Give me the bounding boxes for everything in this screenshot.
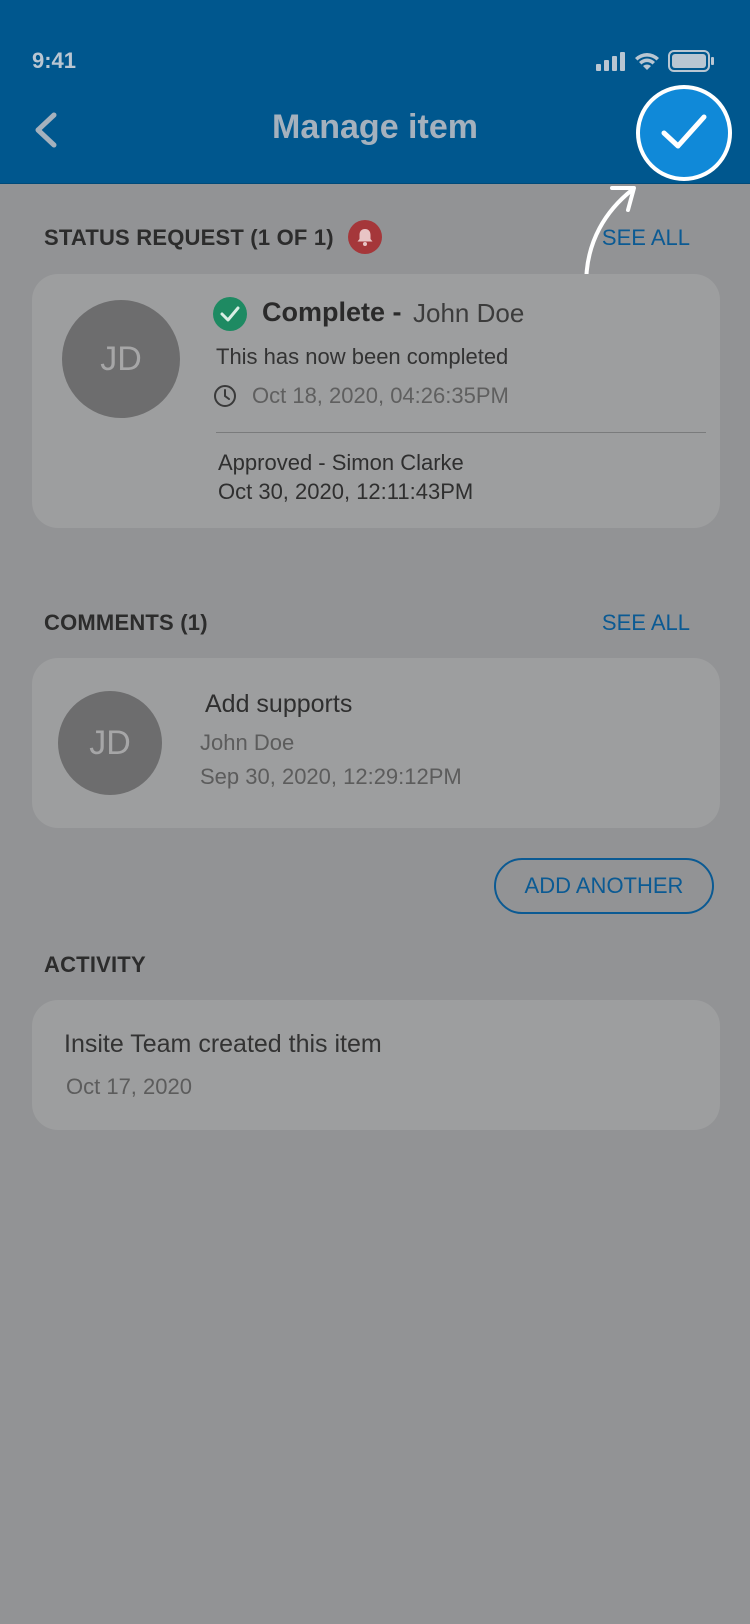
activity-date: Oct 17, 2020 bbox=[66, 1074, 192, 1099]
wifi-icon bbox=[634, 51, 660, 76]
signal-icon bbox=[596, 51, 626, 76]
activity-text: Insite Team created this item bbox=[64, 1030, 382, 1058]
approval-timestamp: Oct 30, 2020, 12:11:43PM bbox=[218, 479, 474, 504]
comment-text: Add supports bbox=[205, 690, 353, 718]
comments-title: COMMENTS (1) bbox=[44, 610, 208, 635]
comments-see-all-link[interactable]: SEE ALL bbox=[602, 610, 690, 636]
comment-card[interactable]: JD bbox=[32, 658, 720, 828]
comment-author: John Doe bbox=[200, 730, 295, 755]
status-bar-icons bbox=[596, 50, 714, 77]
divider bbox=[216, 432, 706, 433]
approval-text: Approved - Simon Clarke bbox=[218, 450, 464, 475]
status-bar-time: 9:41 bbox=[32, 48, 77, 73]
app-header: 9:41 Manage item bbox=[0, 0, 750, 184]
battery-icon bbox=[668, 50, 714, 77]
comment-timestamp: Sep 30, 2020, 12:29:12PM bbox=[200, 764, 462, 789]
add-another-button[interactable]: ADD ANOTHER bbox=[494, 858, 714, 914]
status-user: John Doe bbox=[413, 298, 525, 328]
avatar: JD bbox=[62, 300, 180, 418]
status-label: Complete - bbox=[262, 297, 402, 327]
checkmark-icon bbox=[660, 111, 708, 156]
status-message: This has now been completed bbox=[216, 344, 509, 369]
complete-check-icon bbox=[213, 297, 247, 331]
activity-card bbox=[32, 1000, 720, 1130]
confirm-button[interactable] bbox=[636, 85, 732, 181]
notification-bell-icon bbox=[348, 220, 382, 254]
status-request-title: STATUS REQUEST (1 OF 1) bbox=[44, 225, 334, 250]
status-see-all-link[interactable]: SEE ALL bbox=[602, 225, 690, 251]
activity-title: ACTIVITY bbox=[44, 952, 146, 977]
avatar: JD bbox=[58, 691, 162, 795]
clock-icon bbox=[213, 384, 237, 413]
status-timestamp: Oct 18, 2020, 04:26:35PM bbox=[252, 383, 509, 408]
